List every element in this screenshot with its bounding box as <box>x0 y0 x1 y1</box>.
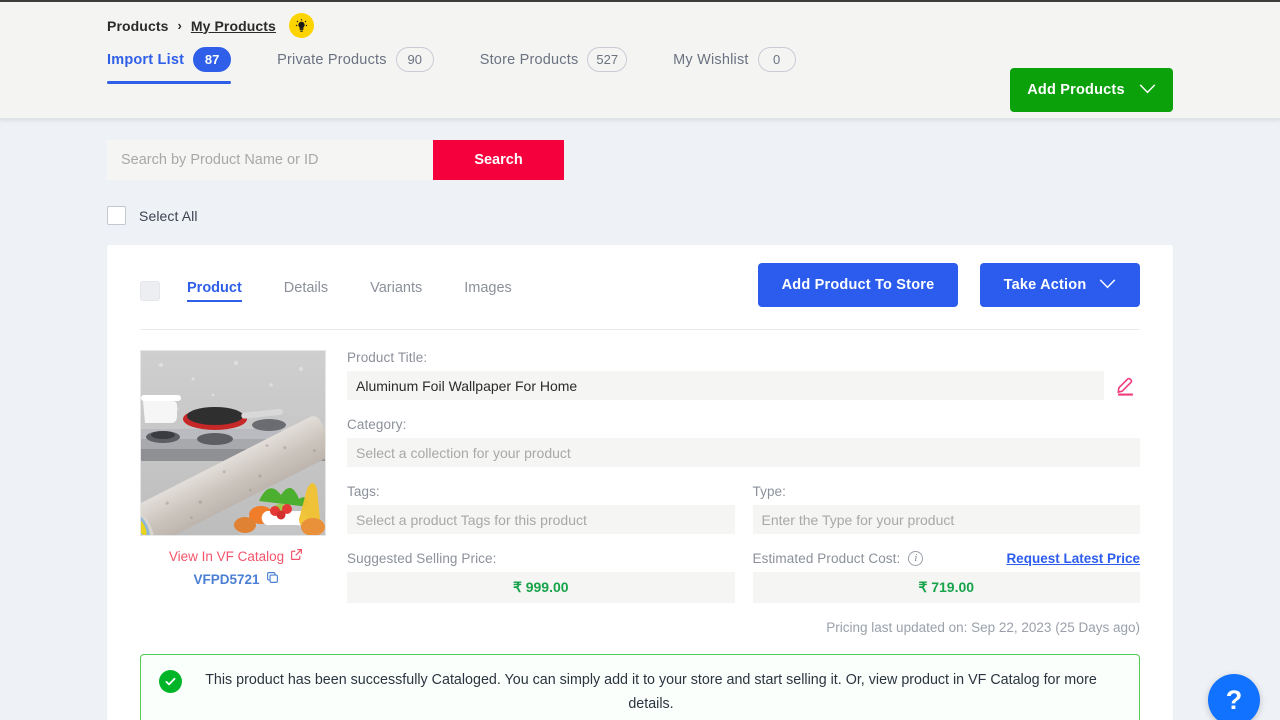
suggested-price-label: Suggested Selling Price: <box>347 551 497 566</box>
product-card: Product Details Variants Images Add Prod… <box>107 245 1173 720</box>
search-input[interactable] <box>107 140 433 180</box>
success-banner-text: This product has been successfully Catal… <box>195 669 1117 716</box>
tab-count-badge: 527 <box>587 47 627 72</box>
tags-type-row: Tags: Select a product Tags for this pro… <box>347 484 1140 534</box>
add-products-button[interactable]: Add Products <box>1010 68 1173 112</box>
tab-private-products[interactable]: Private Products 90 <box>277 47 434 84</box>
page-header: Products › My Products Import List 87 Pr… <box>0 2 1280 119</box>
product-card-actions: Add Product To Store Take Action <box>758 263 1140 307</box>
breadcrumb-separator: › <box>177 18 181 33</box>
tab-label: Private Products <box>277 52 387 68</box>
breadcrumb-root[interactable]: Products <box>107 18 168 34</box>
product-card-body: View In VF Catalog VFPD5721 <box>107 330 1173 635</box>
suggested-price-group: Suggested Selling Price: ₹ 999.00 <box>347 551 735 603</box>
card-tab-images[interactable]: Images <box>464 280 512 302</box>
estimated-cost-label: Estimated Product Cost: <box>753 551 901 566</box>
tab-label: My Wishlist <box>673 52 749 68</box>
product-title-label: Product Title: <box>347 350 1140 365</box>
select-all-label: Select All <box>139 208 198 224</box>
type-group: Type: Enter the Type for your product <box>753 484 1141 534</box>
tags-field[interactable]: Select a product Tags for this product <box>347 505 735 534</box>
check-circle-icon <box>159 670 182 693</box>
suggested-price-head: Suggested Selling Price: <box>347 551 735 566</box>
info-icon[interactable]: i <box>908 551 923 566</box>
take-action-button[interactable]: Take Action <box>980 263 1140 307</box>
select-all-checkbox[interactable] <box>107 206 126 225</box>
tags-group: Tags: Select a product Tags for this pro… <box>347 484 735 534</box>
type-label: Type: <box>753 484 1141 499</box>
estimated-cost-value: ₹ 719.00 <box>753 572 1141 603</box>
type-field[interactable]: Enter the Type for your product <box>753 505 1141 534</box>
suggested-price-value: ₹ 999.00 <box>347 572 735 603</box>
external-link-icon <box>290 548 303 564</box>
card-tab-product[interactable]: Product <box>187 280 242 302</box>
search-button[interactable]: Search <box>433 140 564 180</box>
estimated-cost-group: Estimated Product Cost: i Request Latest… <box>753 551 1141 603</box>
copy-icon[interactable] <box>266 571 279 587</box>
card-tab-variants[interactable]: Variants <box>370 280 422 302</box>
product-title-field[interactable]: Aluminum Foil Wallpaper For Home <box>347 371 1104 400</box>
pricing-updated-note: Pricing last updated on: Sep 22, 2023 (2… <box>347 620 1140 635</box>
breadcrumb-current[interactable]: My Products <box>191 18 276 34</box>
product-title-row: Aluminum Foil Wallpaper For Home <box>347 371 1140 400</box>
product-thumbnail[interactable] <box>140 350 326 536</box>
category-field[interactable]: Select a collection for your product <box>347 438 1140 467</box>
search-bar: Search <box>107 140 564 180</box>
product-card-tabs: Product Details Variants Images <box>187 280 512 302</box>
select-all-row: Select All <box>107 206 1280 225</box>
pricing-row: Suggested Selling Price: ₹ 999.00 Estima… <box>347 551 1140 603</box>
tab-count-badge: 90 <box>396 47 434 72</box>
add-product-to-store-button[interactable]: Add Product To Store <box>758 263 958 307</box>
tab-my-wishlist[interactable]: My Wishlist 0 <box>673 47 796 84</box>
take-action-label: Take Action <box>1004 277 1087 293</box>
success-banner: This product has been successfully Catal… <box>140 654 1140 720</box>
request-latest-price-link[interactable]: Request Latest Price <box>1006 551 1140 566</box>
product-media-column: View In VF Catalog VFPD5721 <box>140 350 332 635</box>
card-tab-details[interactable]: Details <box>284 280 328 302</box>
product-sku-label: VFPD5721 <box>193 572 259 587</box>
chevron-down-icon <box>1139 82 1156 98</box>
help-button[interactable]: ? <box>1208 674 1260 720</box>
lightbulb-icon[interactable] <box>289 13 314 38</box>
product-form-column: Product Title: Aluminum Foil Wallpaper F… <box>332 350 1140 635</box>
tab-store-products[interactable]: Store Products 527 <box>480 47 627 84</box>
category-label: Category: <box>347 417 1140 432</box>
tab-count-badge: 0 <box>758 47 796 72</box>
add-products-label: Add Products <box>1027 82 1124 98</box>
tab-label: Store Products <box>480 52 579 68</box>
tags-label: Tags: <box>347 484 735 499</box>
chevron-down-icon <box>1099 277 1116 293</box>
product-sku[interactable]: VFPD5721 <box>140 571 332 587</box>
edit-pencil-icon[interactable] <box>1110 374 1140 396</box>
tab-import-list[interactable]: Import List 87 <box>107 47 231 84</box>
tab-label: Import List <box>107 52 184 68</box>
view-in-vf-catalog-label: View In VF Catalog <box>169 549 284 564</box>
breadcrumb: Products › My Products <box>107 2 1280 26</box>
tab-count-badge: 87 <box>193 47 231 72</box>
estimated-cost-head: Estimated Product Cost: i Request Latest… <box>753 551 1141 566</box>
product-card-header: Product Details Variants Images Add Prod… <box>107 245 1173 315</box>
product-select-checkbox[interactable] <box>140 281 160 301</box>
view-in-vf-catalog-link[interactable]: View In VF Catalog <box>140 548 332 564</box>
